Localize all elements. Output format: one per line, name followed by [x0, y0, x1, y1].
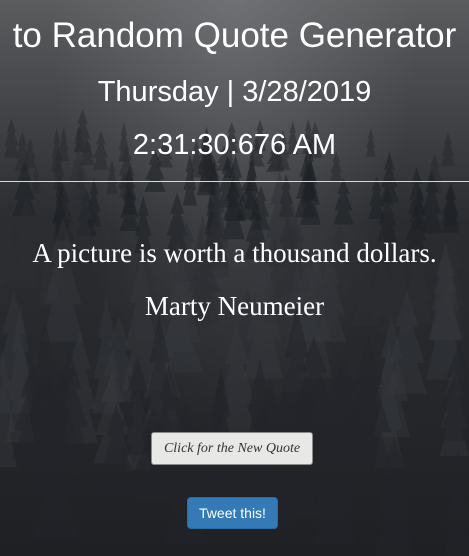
new-quote-button[interactable]: Click for the New Quote [151, 432, 313, 465]
quote-text: A picture is worth a thousand dollars. [32, 238, 437, 268]
page-title: to Random Quote Generator [12, 16, 457, 55]
tree-silhouette [443, 449, 469, 556]
date-display: Thursday | 3/28/2019 [97, 76, 372, 108]
tweet-button[interactable]: Tweet this! [187, 497, 278, 529]
quote-author: Marty Neumeier [144, 291, 325, 321]
header: to Random Quote Generator Thursday | 3/2… [0, 0, 469, 181]
time-display: 2:31:30:676 AM [132, 129, 337, 161]
header-divider [0, 181, 469, 182]
tree-silhouette [333, 177, 354, 225]
